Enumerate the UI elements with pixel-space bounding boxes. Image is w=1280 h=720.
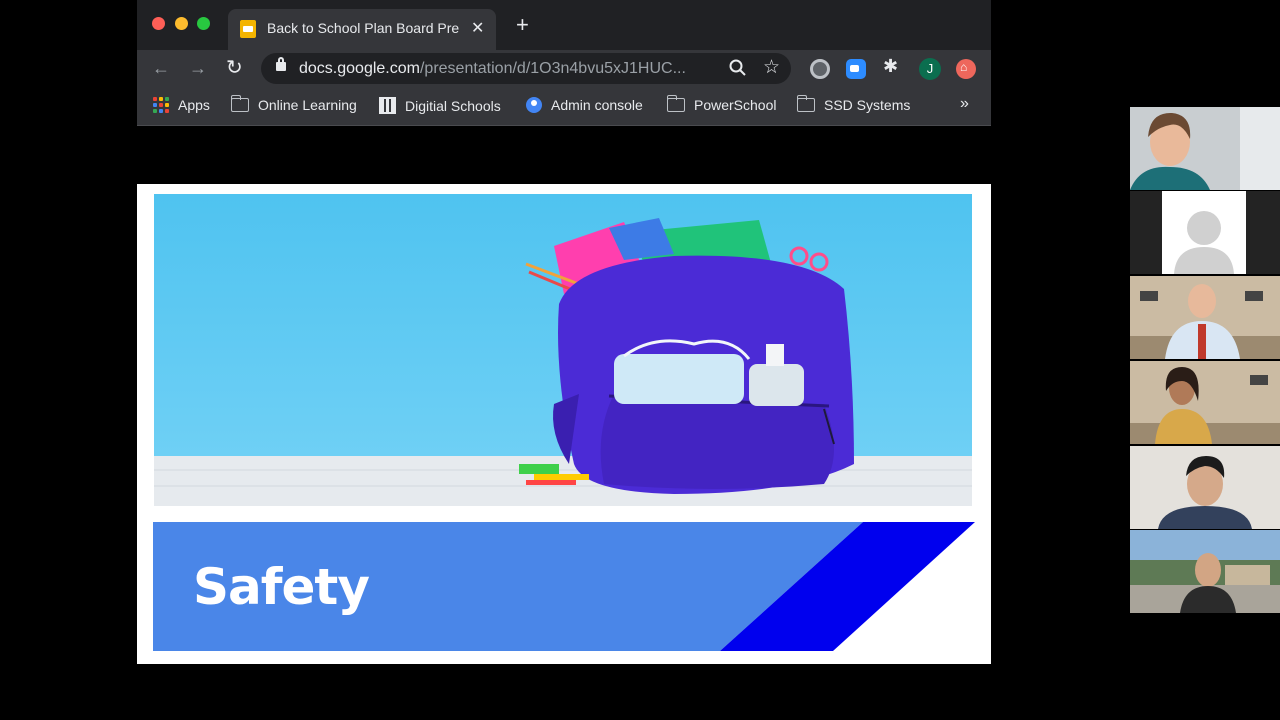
qr-icon bbox=[379, 97, 396, 114]
home-extension-icon[interactable] bbox=[956, 59, 976, 79]
bookmark-star-icon[interactable]: ☆ bbox=[763, 56, 780, 79]
slide[interactable]: Safety bbox=[137, 184, 991, 664]
folder-icon bbox=[666, 95, 685, 112]
participant-tile-4[interactable] bbox=[1130, 361, 1280, 444]
slides-favicon-icon bbox=[240, 20, 256, 38]
tab-active[interactable]: Back to School Plan Board Pre ✕ bbox=[228, 9, 496, 50]
tab-title: Back to School Plan Board Pre bbox=[267, 20, 460, 36]
tab-bar: Back to School Plan Board Pre ✕ + bbox=[137, 0, 991, 50]
extension-circle-icon[interactable] bbox=[810, 59, 830, 79]
bookmark-ssd-systems[interactable]: SSD Systems bbox=[796, 95, 911, 113]
zoom-icon[interactable] bbox=[728, 58, 748, 78]
bookmarks-bar: Apps Online Learning Digitial Schools Ad… bbox=[137, 88, 991, 126]
participant-tile-1[interactable] bbox=[1130, 107, 1280, 190]
profile-avatar[interactable]: J bbox=[919, 58, 941, 80]
new-tab-button[interactable]: + bbox=[516, 14, 529, 36]
url-path: /presentation/d/1O3n4bvu5xJ1HUC... bbox=[419, 60, 686, 77]
forward-icon[interactable]: → bbox=[189, 57, 207, 79]
address-bar[interactable]: docs.google.com/presentation/d/1O3n4bvu5… bbox=[261, 53, 791, 84]
window-close-button[interactable] bbox=[152, 17, 165, 30]
back-icon[interactable]: ← bbox=[152, 57, 170, 79]
bookmark-label: SSD Systems bbox=[824, 97, 911, 113]
admin-icon bbox=[526, 97, 542, 113]
video-participants-panel bbox=[1130, 107, 1280, 613]
toolbar: ← → ↻ docs.google.com/presentation/d/1O3… bbox=[137, 50, 991, 88]
participant-tile-5[interactable] bbox=[1130, 446, 1280, 529]
url-text: docs.google.com/presentation/d/1O3n4bvu5… bbox=[299, 60, 686, 78]
folder-icon bbox=[230, 95, 249, 112]
extensions-puzzle-icon[interactable]: ✱ bbox=[883, 56, 903, 76]
bookmark-label: PowerSchool bbox=[694, 97, 777, 113]
apps-grid-icon bbox=[153, 97, 169, 113]
lock-icon[interactable] bbox=[276, 57, 286, 71]
browser-window: Back to School Plan Board Pre ✕ + ← → ↻ … bbox=[137, 0, 991, 720]
bookmark-label: Admin console bbox=[551, 97, 643, 113]
slide-title-banner: Safety bbox=[153, 522, 975, 651]
window-maximize-button[interactable] bbox=[197, 17, 210, 30]
bookmark-online-learning[interactable]: Online Learning bbox=[230, 95, 357, 113]
bookmark-label: Digitial Schools bbox=[405, 97, 501, 114]
bookmark-apps[interactable]: Apps bbox=[153, 97, 210, 113]
bookmark-label: Apps bbox=[178, 97, 210, 113]
slide-title: Safety bbox=[193, 558, 370, 616]
bookmarks-overflow-button[interactable]: » bbox=[960, 95, 969, 113]
bookmark-powerschool[interactable]: PowerSchool bbox=[666, 95, 777, 113]
tab-close-icon[interactable]: ✕ bbox=[471, 18, 484, 38]
bookmark-digitial-schools[interactable]: Digitial Schools bbox=[379, 97, 501, 114]
screen: Back to School Plan Board Pre ✕ + ← → ↻ … bbox=[0, 0, 1280, 720]
reload-icon[interactable]: ↻ bbox=[226, 57, 243, 79]
bookmark-label: Online Learning bbox=[258, 97, 357, 113]
zoom-extension-icon[interactable] bbox=[846, 59, 866, 79]
participant-tile-3[interactable] bbox=[1130, 276, 1280, 359]
participant-tile-2[interactable] bbox=[1130, 191, 1280, 274]
backpack-photo bbox=[154, 194, 972, 506]
url-host: docs.google.com bbox=[299, 60, 420, 77]
folder-icon bbox=[796, 95, 815, 112]
bookmark-admin-console[interactable]: Admin console bbox=[526, 97, 643, 113]
participant-tile-6[interactable] bbox=[1130, 530, 1280, 613]
window-minimize-button[interactable] bbox=[175, 17, 188, 30]
presentation-viewport: Safety bbox=[137, 127, 991, 720]
